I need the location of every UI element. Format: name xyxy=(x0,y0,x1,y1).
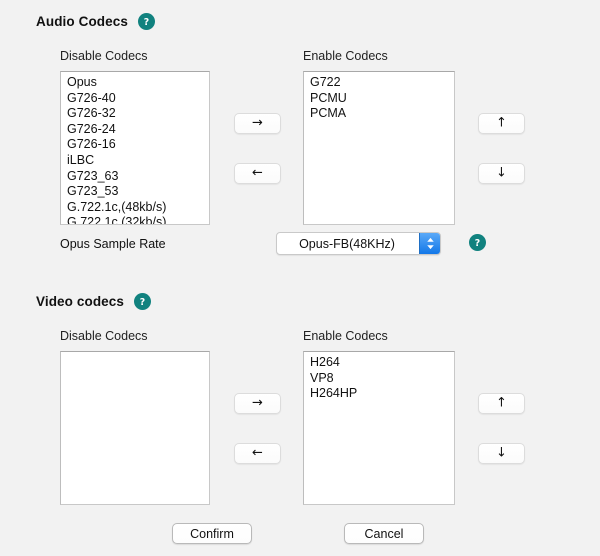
video-codecs-heading: Video codecs ? xyxy=(36,293,151,310)
help-circle-icon[interactable]: ? xyxy=(138,13,155,30)
svg-text:?: ? xyxy=(140,297,145,308)
arrow-right-icon: → xyxy=(252,397,263,410)
video-disable-codecs-list[interactable] xyxy=(60,351,210,505)
list-item[interactable]: H264 xyxy=(304,355,454,371)
audio-codecs-heading: Audio Codecs ? xyxy=(36,13,155,30)
list-item[interactable]: G723_63 xyxy=(61,169,209,185)
list-item[interactable]: Opus xyxy=(61,75,209,91)
audio-move-up-button[interactable]: ↑ xyxy=(478,113,525,134)
list-item[interactable]: VP8 xyxy=(304,371,454,387)
list-item[interactable]: G.722.1c,(48kb/s) xyxy=(61,200,209,216)
audio-disable-codecs-label: Disable Codecs xyxy=(60,49,148,63)
video-enable-codecs-list[interactable]: H264VP8H264HP xyxy=(303,351,455,505)
arrow-left-icon: ← xyxy=(252,447,263,460)
codec-settings-page: Audio Codecs ? Disable Codecs Enable Cod… xyxy=(0,0,600,556)
stepper-arrows-icon[interactable] xyxy=(419,233,440,254)
opus-sample-rate-select[interactable]: Opus-FB(48KHz) xyxy=(276,232,441,255)
video-help-circle-icon[interactable]: ? xyxy=(134,293,151,310)
arrow-right-icon: → xyxy=(252,117,263,130)
list-item[interactable]: G723_53 xyxy=(61,184,209,200)
list-item[interactable]: PCMU xyxy=(304,91,454,107)
arrow-down-icon: ↓ xyxy=(496,447,507,460)
video-move-up-button[interactable]: ↑ xyxy=(478,393,525,414)
arrow-down-icon: ↓ xyxy=(496,167,507,180)
svg-text:?: ? xyxy=(144,17,149,28)
arrow-up-icon: ↑ xyxy=(496,117,507,130)
list-item[interactable]: G.722.1c,(32kb/s) xyxy=(61,215,209,225)
video-move-right-button[interactable]: → xyxy=(234,393,281,414)
video-move-down-button[interactable]: ↓ xyxy=(478,443,525,464)
list-item[interactable]: G726-32 xyxy=(61,106,209,122)
video-enable-codecs-label: Enable Codecs xyxy=(303,329,388,343)
cancel-button-label: Cancel xyxy=(365,527,404,541)
video-codecs-title: Video codecs xyxy=(36,294,124,309)
arrow-left-icon: ← xyxy=(252,167,263,180)
audio-enable-codecs-label: Enable Codecs xyxy=(303,49,388,63)
audio-disable-codecs-list[interactable]: OpusG726-40G726-32G726-24G726-16iLBCG723… xyxy=(60,71,210,225)
confirm-button-label: Confirm xyxy=(190,527,234,541)
audio-move-left-button[interactable]: ← xyxy=(234,163,281,184)
list-item[interactable]: G726-40 xyxy=(61,91,209,107)
audio-move-down-button[interactable]: ↓ xyxy=(478,163,525,184)
audio-enable-codecs-list[interactable]: G722PCMUPCMA xyxy=(303,71,455,225)
cancel-button[interactable]: Cancel xyxy=(344,523,424,544)
opus-sample-rate-label: Opus Sample Rate xyxy=(60,237,166,251)
list-item[interactable]: iLBC xyxy=(61,153,209,169)
list-item[interactable]: PCMA xyxy=(304,106,454,122)
audio-codecs-title: Audio Codecs xyxy=(36,14,128,29)
list-item[interactable]: G726-16 xyxy=(61,137,209,153)
list-item[interactable]: G726-24 xyxy=(61,122,209,138)
audio-move-right-button[interactable]: → xyxy=(234,113,281,134)
list-item[interactable]: H264HP xyxy=(304,386,454,402)
opus-sample-rate-help-circle-icon[interactable]: ? xyxy=(469,234,486,251)
list-item[interactable]: G722 xyxy=(304,75,454,91)
arrow-up-icon: ↑ xyxy=(496,397,507,410)
svg-text:?: ? xyxy=(475,238,480,249)
video-move-left-button[interactable]: ← xyxy=(234,443,281,464)
video-disable-codecs-label: Disable Codecs xyxy=(60,329,148,343)
confirm-button[interactable]: Confirm xyxy=(172,523,252,544)
opus-sample-rate-value: Opus-FB(48KHz) xyxy=(277,233,419,254)
